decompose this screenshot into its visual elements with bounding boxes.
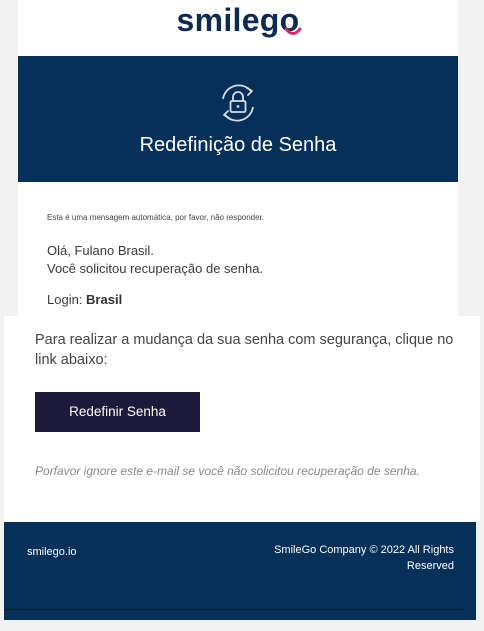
login-value: Brasil — [86, 292, 123, 307]
footer-site-link[interactable]: smilego.io — [27, 546, 77, 558]
greeting-block: Olá, Fulano Brasil. Você solicitou recup… — [47, 242, 263, 278]
greeting-text: Olá, Fulano Brasil. — [47, 243, 154, 258]
lock-refresh-icon — [222, 84, 254, 122]
reset-password-button[interactable]: Redefinir Senha — [35, 392, 200, 432]
email-header-card: smilego Redefinição de Senha Esta é uma … — [18, 0, 458, 316]
request-text: Você solicitou recuperação de senha. — [47, 261, 264, 276]
footer-divider — [4, 609, 464, 610]
login-label: Login: — [47, 292, 83, 307]
email-body-card: Para realizar a mudança da sua senha com… — [4, 316, 480, 522]
footer-copyright: SmileGo Company © 2022 All Rights Reserv… — [274, 544, 454, 572]
auto-message-note: Esta é uma mensagem automática, por favo… — [47, 213, 265, 222]
email-footer: smilego.io SmileGo Company © 2022 All Ri… — [4, 522, 476, 620]
logo-text: smilego — [176, 2, 300, 38]
instructions-text: Para realizar a mudança da sua senha com… — [35, 332, 454, 368]
logo-smile-icon — [284, 27, 302, 35]
smilego-logo: smilego — [18, 0, 458, 56]
page-title: Redefinição de Senha — [139, 134, 337, 156]
login-line: Login: Brasil — [47, 292, 122, 307]
ignore-note: Porfavor ignore este e-mail se você não … — [35, 464, 420, 478]
hero-banner: Redefinição de Senha — [18, 56, 458, 182]
